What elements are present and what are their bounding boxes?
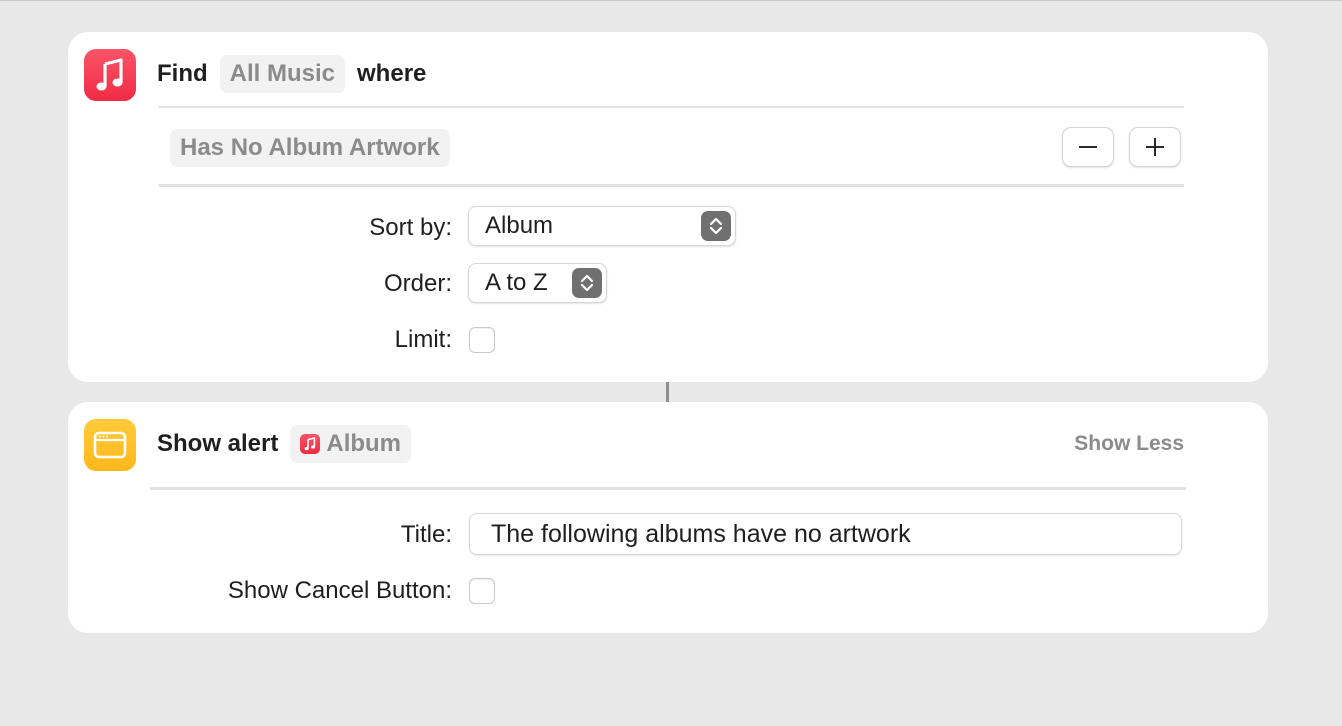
sort-by-select[interactable]: Album — [468, 206, 736, 246]
filter-divider — [159, 184, 1184, 187]
alert-action-header: Show alert Album — [157, 424, 423, 464]
album-variable-chip[interactable]: Album — [290, 425, 412, 463]
find-music-action[interactable]: Find All Music where Has No Album Artwor… — [68, 32, 1268, 382]
add-filter-button[interactable] — [1129, 127, 1181, 167]
plus-icon — [1146, 138, 1164, 156]
find-action-header: Find All Music where — [157, 54, 426, 94]
show-less-link[interactable]: Show Less — [1074, 432, 1184, 456]
album-variable-label: Album — [326, 430, 402, 457]
music-note-icon — [300, 434, 321, 454]
chevron-updown-icon — [572, 268, 602, 298]
sort-by-value: Album — [485, 212, 554, 239]
alert-title-input[interactable]: The following albums have no artwork — [469, 513, 1182, 555]
filter-condition-chip[interactable]: Has No Album Artwork — [170, 129, 450, 167]
limit-checkbox[interactable] — [469, 327, 495, 353]
music-source-chip[interactable]: All Music — [219, 55, 346, 93]
chevron-updown-icon — [701, 211, 731, 241]
find-verb: Find — [157, 60, 208, 87]
window-top-border — [0, 0, 1342, 1]
where-label: where — [357, 60, 427, 87]
alert-header-divider — [150, 487, 1186, 490]
show-alert-action[interactable]: Show alert Album Show Less Title: The fo… — [68, 402, 1268, 633]
order-value: A to Z — [485, 269, 548, 296]
order-label: Order: — [383, 270, 452, 297]
minus-icon — [1079, 146, 1097, 148]
show-cancel-button-label: Show Cancel Button: — [227, 577, 452, 604]
show-alert-verb: Show alert — [157, 430, 279, 457]
alert-app-icon — [84, 419, 136, 471]
order-select[interactable]: A to Z — [468, 263, 607, 303]
show-cancel-button-checkbox[interactable] — [469, 578, 495, 604]
remove-filter-button[interactable] — [1062, 127, 1114, 167]
window-icon — [93, 431, 127, 459]
header-divider — [159, 106, 1184, 108]
music-app-icon — [84, 49, 136, 101]
sort-by-label: Sort by: — [369, 214, 452, 241]
action-connector — [666, 382, 669, 402]
title-label: Title: — [400, 521, 452, 548]
limit-label: Limit: — [394, 326, 452, 353]
